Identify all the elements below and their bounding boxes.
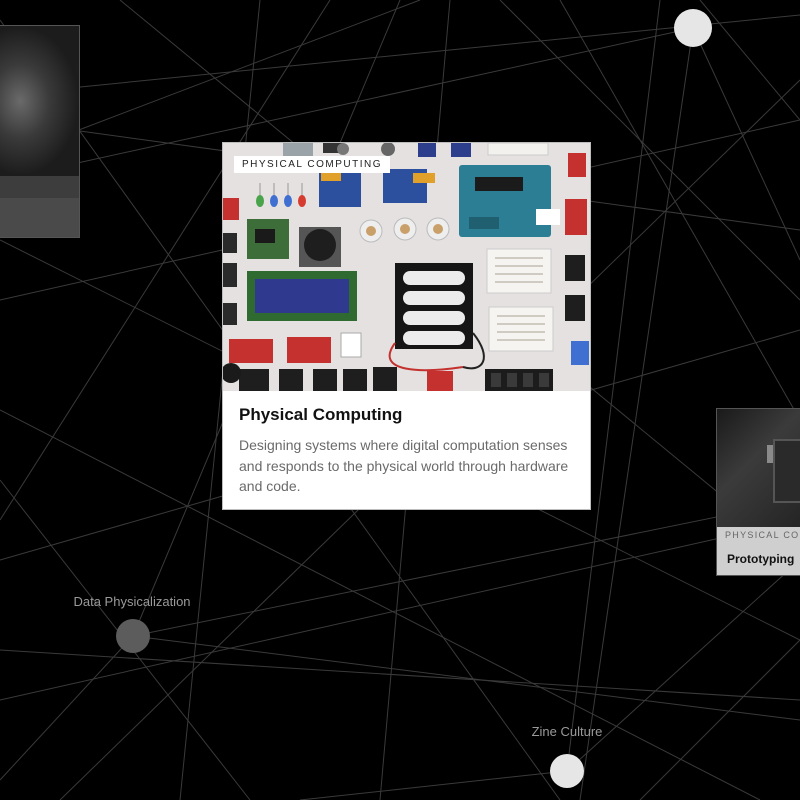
card-image-electronics-kit: PHYSICAL COMPUTING <box>223 143 590 391</box>
graph-edge <box>132 499 800 637</box>
card-body: Physical Computing Designing systems whe… <box>223 391 590 497</box>
graph-node-data-physicalization[interactable] <box>116 619 150 653</box>
node-label-data-physicalization: Data Physicalization <box>73 594 191 609</box>
graph-node-top-right[interactable] <box>674 9 712 47</box>
graph-edge <box>639 639 800 800</box>
card-title: Physical Computing <box>239 405 403 424</box>
graph-edge <box>0 519 800 701</box>
electronics-kit-illustration <box>223 143 590 391</box>
graph-edge <box>132 635 800 721</box>
topic-card-physical-computing[interactable]: PHYSICAL COMPUTING Physical Computing De… <box>222 142 591 510</box>
graph-edge <box>579 27 694 800</box>
graph-edge <box>0 635 134 781</box>
graph-edge <box>0 649 800 701</box>
ghost-card-footer <box>0 176 79 237</box>
graph-edge <box>566 559 800 772</box>
ghost-card-left[interactable] <box>0 25 80 238</box>
ghost-card-prototyping[interactable]: PHYSICAL COMPUTING Prototyping <box>716 408 800 576</box>
ghost-card-image <box>0 26 79 176</box>
card-category-tag: PHYSICAL COMPUTING <box>234 156 390 173</box>
graph-edge <box>699 0 800 121</box>
graph-edge <box>299 770 568 800</box>
graph-edge <box>692 27 800 261</box>
card-description: Designing systems where digital computat… <box>239 437 569 494</box>
ghost-card-tag: PHYSICAL COMPUTING <box>725 530 800 540</box>
ghost-card-image <box>717 409 800 527</box>
graph-edge <box>559 0 800 421</box>
graph-node-zine-culture[interactable] <box>550 754 584 788</box>
node-label-zine-culture: Zine Culture <box>531 724 603 739</box>
ghost-card-title: Prototyping <box>727 552 795 566</box>
